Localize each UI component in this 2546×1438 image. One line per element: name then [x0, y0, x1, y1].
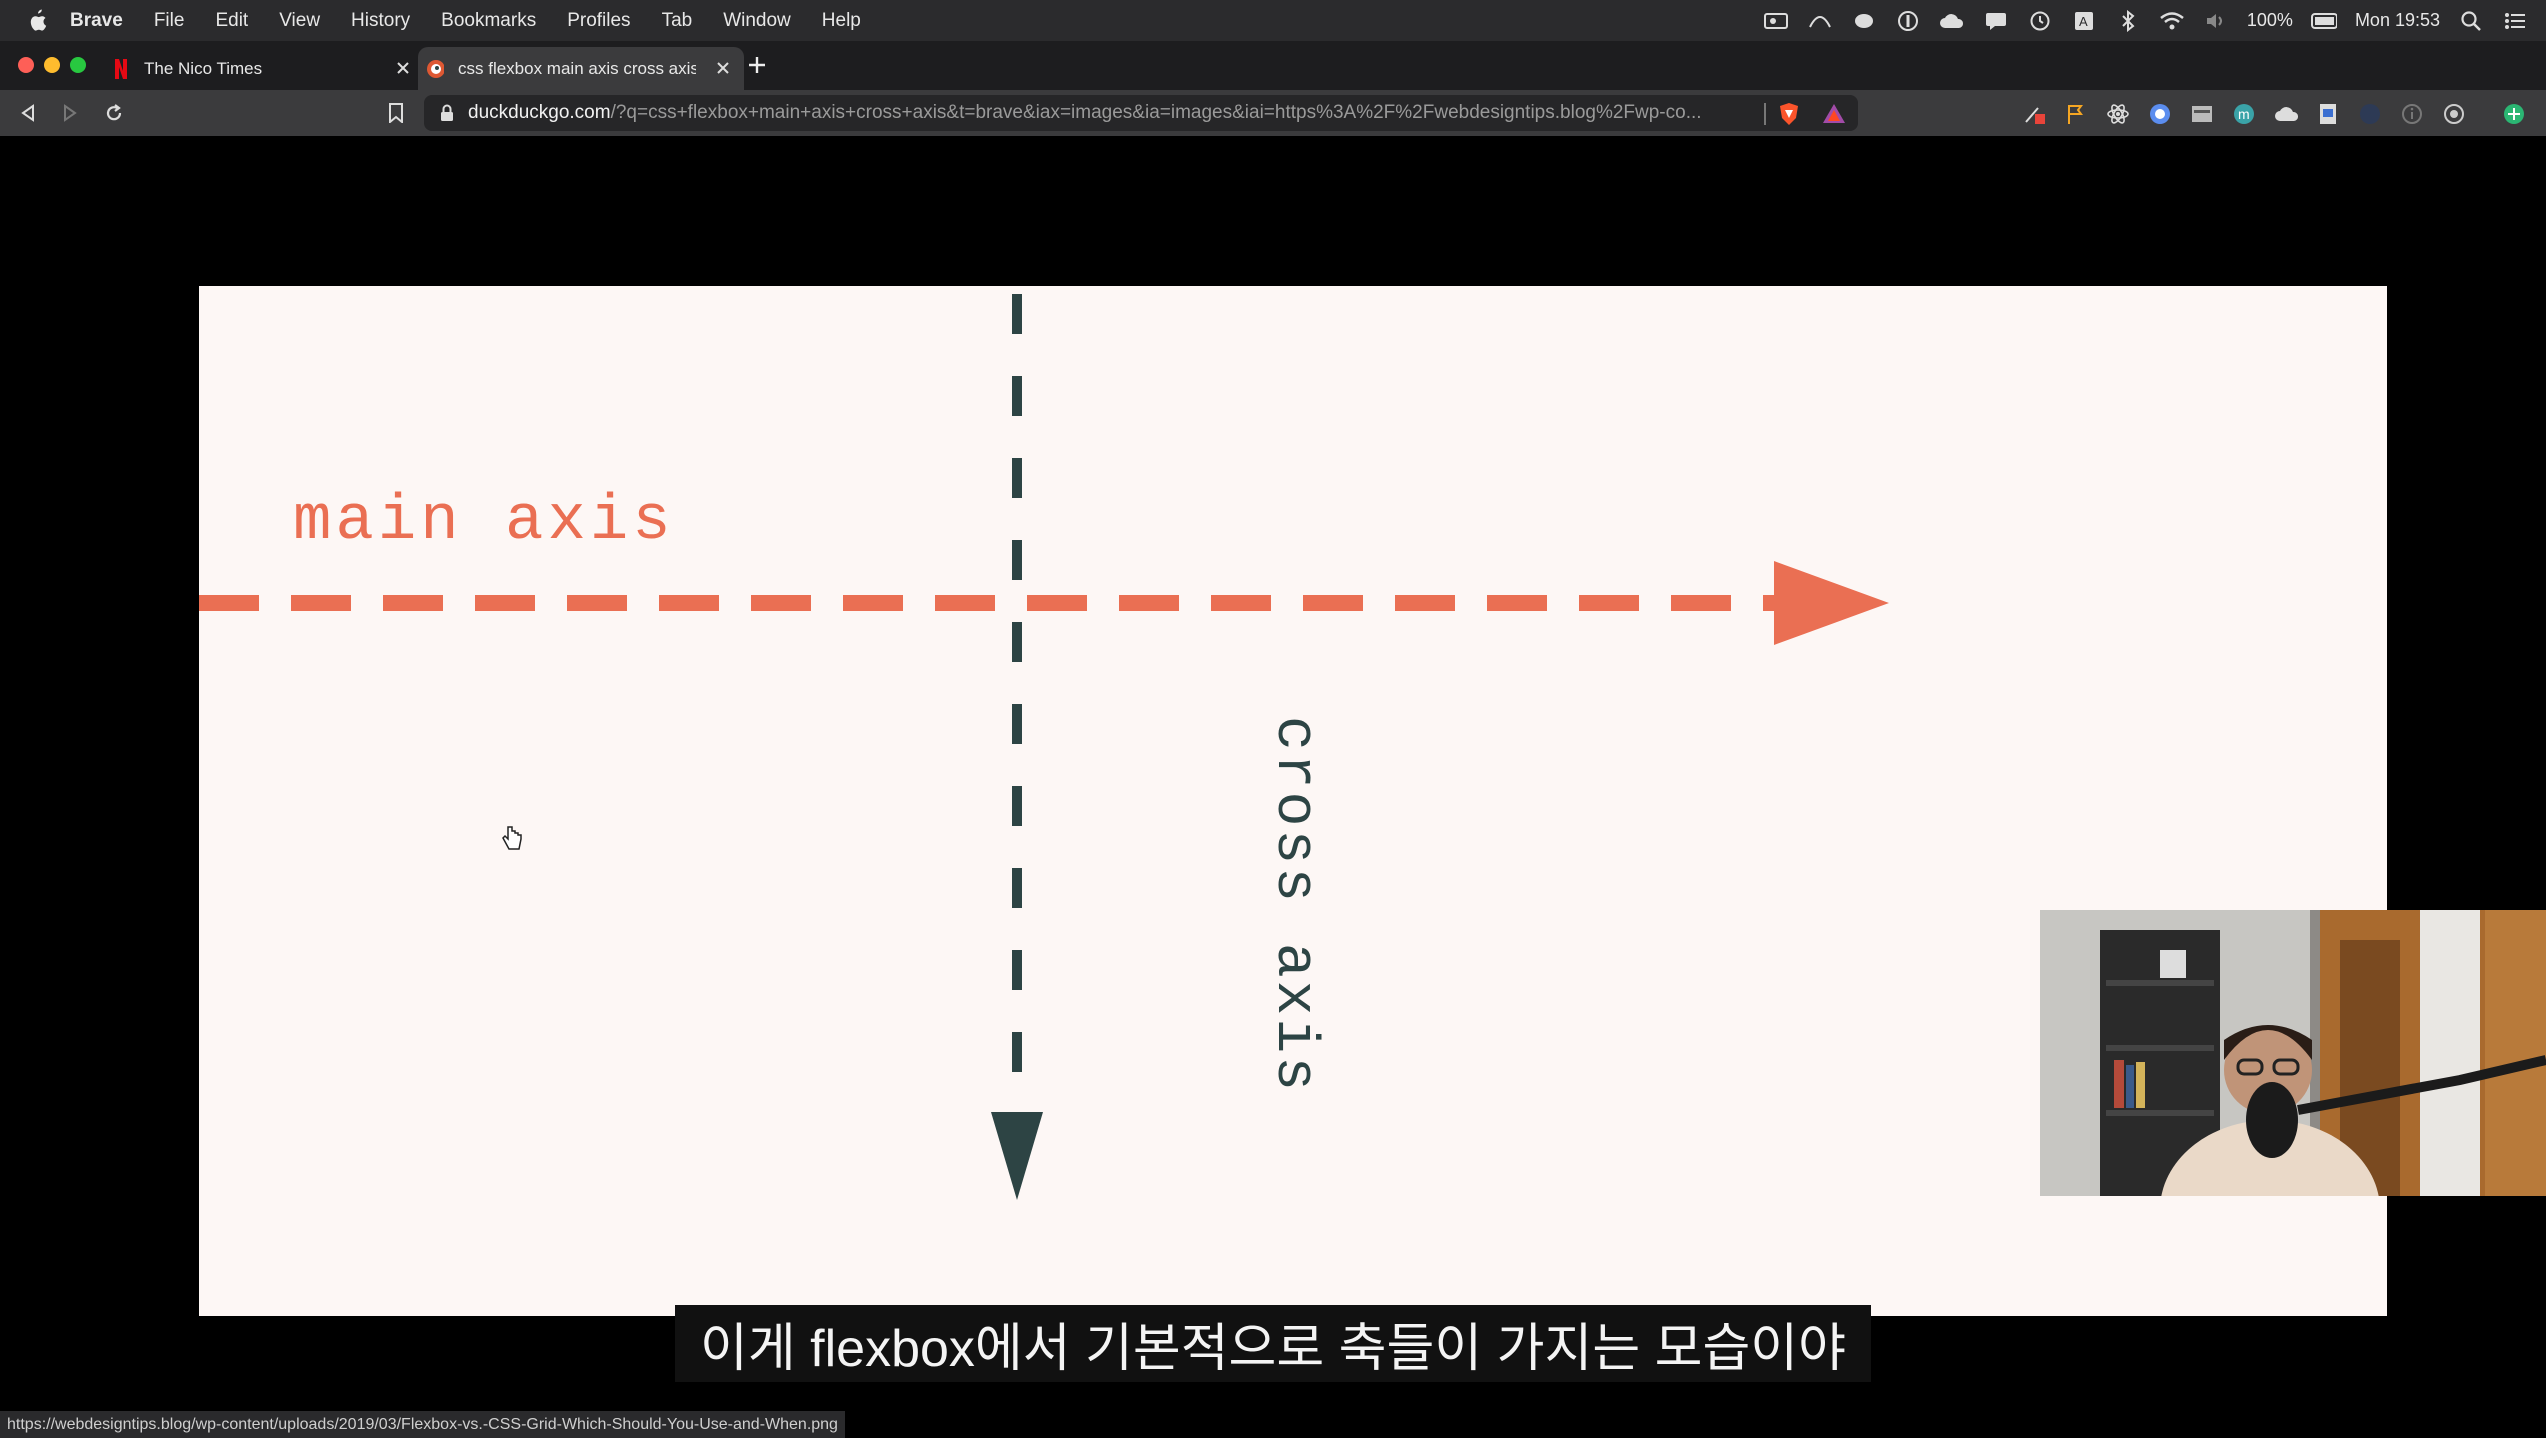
macos-menubar: Brave File Edit View History Bookmarks P…: [0, 0, 2546, 41]
menu-help[interactable]: Help: [822, 10, 861, 32]
tab-title: css flexbox main axis cross axis: [458, 58, 696, 78]
time-machine-icon[interactable]: [2027, 9, 2053, 33]
message-icon[interactable]: [1983, 9, 2009, 33]
window-close-button[interactable]: [18, 57, 34, 73]
brave-rewards-icon[interactable]: [1822, 102, 1846, 126]
extension-m-icon[interactable]: m: [2232, 102, 2256, 126]
activity-icon[interactable]: [1807, 9, 1833, 33]
browser-toolbar: duckduckgo.com/?q=css+flexbox+main+axis+…: [0, 90, 2546, 136]
cloud-upload-icon[interactable]: [1939, 9, 1965, 33]
url-host: duckduckgo.com: [468, 102, 611, 123]
tab-strip: The Nico Times css flexbox main axis cro…: [0, 41, 2546, 90]
extension-window-icon[interactable]: [2190, 102, 2214, 126]
battery-percent: 100%: [2246, 10, 2293, 30]
new-tab-icon[interactable]: [744, 52, 770, 78]
extension-color-picker-icon[interactable]: [2022, 102, 2046, 126]
main-axis-label: main axis: [293, 486, 675, 558]
extension-info-icon[interactable]: [2400, 102, 2424, 126]
back-icon[interactable]: [14, 99, 42, 127]
netflix-icon: [112, 58, 130, 79]
address-separator: [1764, 103, 1766, 125]
screen-record-icon[interactable]: [1763, 9, 1789, 33]
close-tab-icon[interactable]: [392, 57, 414, 79]
menu-app-name[interactable]: Brave: [70, 10, 123, 32]
apple-icon[interactable]: [26, 9, 48, 33]
webcam-overlay: [2040, 910, 2546, 1196]
window-zoom-button[interactable]: [70, 57, 86, 73]
duckduckgo-icon: [426, 59, 444, 78]
spotlight-search-icon[interactable]: [2458, 9, 2484, 33]
svg-text:m: m: [2238, 106, 2250, 122]
cross-axis-label: cross axis: [1261, 716, 1326, 1094]
webcam-video: [2040, 910, 2546, 1196]
volume-icon[interactable]: [2203, 9, 2229, 33]
bluetooth-icon[interactable]: [2115, 9, 2141, 33]
menu-edit[interactable]: Edit: [215, 10, 248, 32]
url-text[interactable]: duckduckgo.com/?q=css+flexbox+main+axis+…: [468, 102, 1768, 124]
video-subtitle: 이게 flexbox에서 기본적으로 축들이 가지는 모습이야: [675, 1305, 1871, 1382]
forward-icon[interactable]: [56, 99, 84, 127]
lock-icon[interactable]: [438, 103, 456, 123]
window-minimize-button[interactable]: [44, 57, 60, 73]
brave-shields-icon[interactable]: [1778, 102, 1800, 126]
menu-view[interactable]: View: [279, 10, 320, 32]
keyboard-input-icon[interactable]: A: [2071, 9, 2097, 33]
menu-profiles[interactable]: Profiles: [567, 10, 630, 32]
menubar-clock[interactable]: Mon 19:53: [2355, 10, 2440, 31]
menu-window[interactable]: Window: [723, 10, 791, 32]
extension-circle-blue-icon[interactable]: [2148, 102, 2172, 126]
extension-doc-icon[interactable]: [2316, 102, 2340, 126]
wifi-icon[interactable]: [2159, 9, 2185, 33]
address-bar[interactable]: duckduckgo.com/?q=css+flexbox+main+axis+…: [424, 95, 1858, 131]
extension-target-icon[interactable]: [2442, 102, 2466, 126]
menu-bookmarks[interactable]: Bookmarks: [441, 10, 536, 32]
tab-title: The Nico Times: [144, 58, 263, 78]
hand-cursor-icon: [502, 826, 522, 850]
elephant-icon[interactable]: [1851, 9, 1877, 33]
cross-axis-arrowhead: [991, 1112, 1043, 1200]
tab-nico-times[interactable]: The Nico Times: [104, 47, 424, 90]
extension-flag-icon[interactable]: [2064, 102, 2088, 126]
extension-cloud-icon[interactable]: [2274, 102, 2298, 126]
extension-green-icon[interactable]: [2502, 102, 2526, 126]
extension-react-devtools-icon[interactable]: [2106, 102, 2130, 126]
url-path: /?q=css+flexbox+main+axis+cross+axis&t=b…: [610, 102, 1702, 123]
menu-tab[interactable]: Tab: [662, 10, 693, 32]
close-tab-icon[interactable]: [712, 57, 734, 79]
menu-history[interactable]: History: [351, 10, 410, 32]
tab-duckduckgo-search[interactable]: css flexbox main axis cross axis: [418, 47, 744, 90]
bookmark-icon[interactable]: [382, 99, 410, 127]
main-axis-arrowhead: [1774, 561, 1889, 645]
menubar-status-area: A 100% Mon 19:53: [1763, 0, 2528, 41]
battery-icon[interactable]: [2310, 9, 2337, 33]
link-status-bar: https://webdesigntips.blog/wp-content/up…: [0, 1411, 845, 1438]
onepassword-icon[interactable]: [1895, 9, 1921, 33]
svg-text:A: A: [2079, 14, 2088, 29]
extension-dark-circle-icon[interactable]: [2358, 102, 2382, 126]
menu-file[interactable]: File: [154, 10, 185, 32]
notification-center-icon[interactable]: [2502, 9, 2528, 33]
reload-icon[interactable]: [100, 99, 128, 127]
